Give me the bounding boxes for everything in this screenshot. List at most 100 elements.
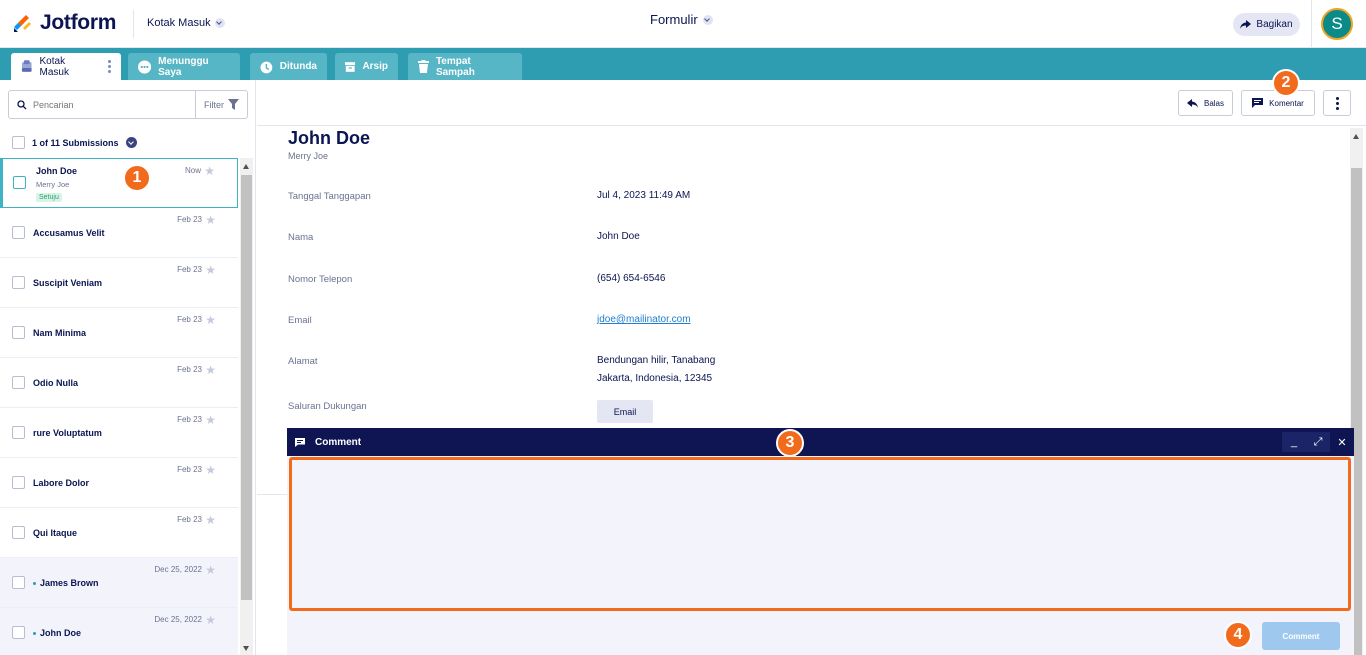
list-item[interactable]: John Doe Merry Joe Setuju Now ★ [0, 158, 238, 208]
more-circle-icon [138, 59, 152, 74]
list-item[interactable]: rure Voluptatum Feb 23 ★ [0, 408, 238, 458]
row-checkbox[interactable] [12, 626, 25, 639]
header-divider [1311, 0, 1312, 48]
step-marker: 3 [776, 429, 804, 457]
item-date: Feb 23 [177, 315, 202, 324]
filter-button[interactable]: Filter [195, 91, 247, 118]
list-item[interactable]: Odio Nulla Feb 23 ★ [0, 358, 238, 408]
field-value: John Doe [597, 231, 640, 242]
share-button[interactable]: Bagikan [1233, 13, 1300, 36]
list-item[interactable]: John Doe Dec 25, 2022 ★ [0, 608, 238, 655]
field-label: Tanggal Tanggapan [288, 191, 371, 202]
tab-label: Arsip [362, 61, 388, 72]
user-avatar[interactable]: S [1321, 8, 1353, 40]
star-icon[interactable]: ★ [205, 263, 216, 277]
star-icon[interactable]: ★ [205, 613, 216, 627]
kebab-menu-icon [1335, 96, 1339, 110]
tab-label: Kotak Masuk [39, 55, 69, 78]
top-bar: Jotform Kotak Masuk Formulir Bagikan S [0, 0, 1366, 48]
close-icon[interactable]: ✕ [1330, 432, 1354, 452]
support-channel-chip: Email [597, 400, 653, 423]
tab-tempat-sampah[interactable]: Tempat Sampah [408, 53, 522, 80]
tab-kotak-masuk[interactable]: Kotak Masuk [11, 53, 121, 80]
submission-list: John Doe Merry Joe Setuju Now ★ Accusamu… [0, 158, 238, 655]
star-icon[interactable]: ★ [205, 363, 216, 377]
comment-icon [1252, 98, 1264, 108]
tab-ditunda[interactable]: Ditunda [250, 53, 327, 80]
field-label: Nomor Telepon [288, 274, 353, 285]
row-checkbox[interactable] [12, 476, 25, 489]
star-icon[interactable]: ★ [205, 413, 216, 427]
divider [257, 494, 287, 495]
star-icon[interactable]: ★ [204, 164, 215, 178]
scrollbar-thumb[interactable] [241, 175, 252, 600]
field-label: Saluran Dukungan [288, 401, 367, 412]
row-checkbox[interactable] [12, 376, 25, 389]
detail-action-bar: Balas Komentar [257, 80, 1366, 126]
jotform-logo[interactable]: Jotform [12, 11, 116, 35]
search-input[interactable] [33, 99, 195, 110]
row-checkbox[interactable] [12, 526, 25, 539]
email-link[interactable]: jdoe@mailinator.com [597, 311, 691, 329]
logo-text: Jotform [40, 11, 117, 34]
row-checkbox[interactable] [12, 326, 25, 339]
chevron-down-icon [214, 18, 225, 28]
reply-button[interactable]: Balas [1178, 90, 1233, 116]
star-icon[interactable]: ★ [205, 313, 216, 327]
scroll-up-arrow-icon[interactable] [1353, 134, 1359, 139]
search-icon [17, 99, 27, 109]
item-name-text: James Brown [40, 578, 99, 588]
minimize-icon[interactable]: _ [1282, 432, 1306, 452]
item-name: Nam Minima [33, 328, 87, 338]
list-item[interactable]: Qui Itaque Feb 23 ★ [0, 508, 238, 558]
filter-label: Filter [204, 99, 224, 110]
tab-menunggu-saya[interactable]: Menunggu Saya [128, 53, 240, 80]
jotform-logo-icon [14, 15, 31, 32]
tab-arsip[interactable]: Arsip [335, 53, 398, 80]
comment-icon [295, 437, 305, 447]
star-icon[interactable]: ★ [205, 563, 216, 577]
item-date: Dec 25, 2022 [154, 565, 202, 574]
list-item[interactable]: Accusamus Velit Feb 23 ★ [0, 208, 238, 258]
chevron-down-icon[interactable] [125, 137, 137, 148]
scroll-down-arrow-icon[interactable] [243, 646, 249, 651]
list-scrollbar[interactable] [240, 158, 253, 655]
more-options-button[interactable] [1323, 90, 1351, 116]
form-selector[interactable]: Formulir [650, 12, 713, 27]
comment-panel: Comment _ ⤢ ✕ Comment [287, 428, 1354, 655]
header-divider [133, 10, 134, 38]
star-icon[interactable]: ★ [205, 213, 216, 227]
scroll-up-arrow-icon[interactable] [243, 164, 249, 169]
tab-menu-icon[interactable] [108, 60, 111, 73]
list-item[interactable]: James Brown Dec 25, 2022 ★ [0, 558, 238, 608]
comment-textarea[interactable] [292, 460, 1348, 608]
row-checkbox[interactable] [12, 426, 25, 439]
star-icon[interactable]: ★ [205, 463, 216, 477]
field-value: (654) 654-6546 [597, 273, 666, 284]
select-all-checkbox[interactable] [12, 136, 25, 149]
row-checkbox[interactable] [12, 226, 25, 239]
list-item[interactable]: Suscipit Veniam Feb 23 ★ [0, 258, 238, 308]
star-icon[interactable]: ★ [205, 513, 216, 527]
tab-label: Ditunda [279, 61, 317, 72]
item-date: Feb 23 [177, 515, 202, 524]
list-item[interactable]: Labore Dolor Feb 23 ★ [0, 458, 238, 508]
inbox-switcher[interactable]: Kotak Masuk [147, 17, 225, 29]
row-checkbox[interactable] [12, 276, 25, 289]
form-title: Formulir [650, 12, 698, 27]
item-date: Feb 23 [177, 265, 202, 274]
item-name: Qui Itaque [33, 528, 78, 538]
share-arrow-icon [1240, 20, 1252, 29]
list-item[interactable]: Nam Minima Feb 23 ★ [0, 308, 238, 358]
row-checkbox[interactable] [12, 576, 25, 589]
unread-dot [33, 582, 36, 586]
snooze-icon [260, 61, 273, 73]
field-label: Nama [288, 232, 314, 243]
unread-dot [33, 632, 36, 636]
submit-comment-button[interactable]: Comment [1262, 622, 1340, 650]
item-name: Odio Nulla [33, 378, 78, 388]
tab-label: Menunggu Saya [158, 55, 209, 78]
expand-icon[interactable]: ⤢ [1306, 432, 1330, 452]
row-checkbox[interactable] [13, 176, 26, 189]
comment-panel-title: Comment [295, 437, 361, 448]
